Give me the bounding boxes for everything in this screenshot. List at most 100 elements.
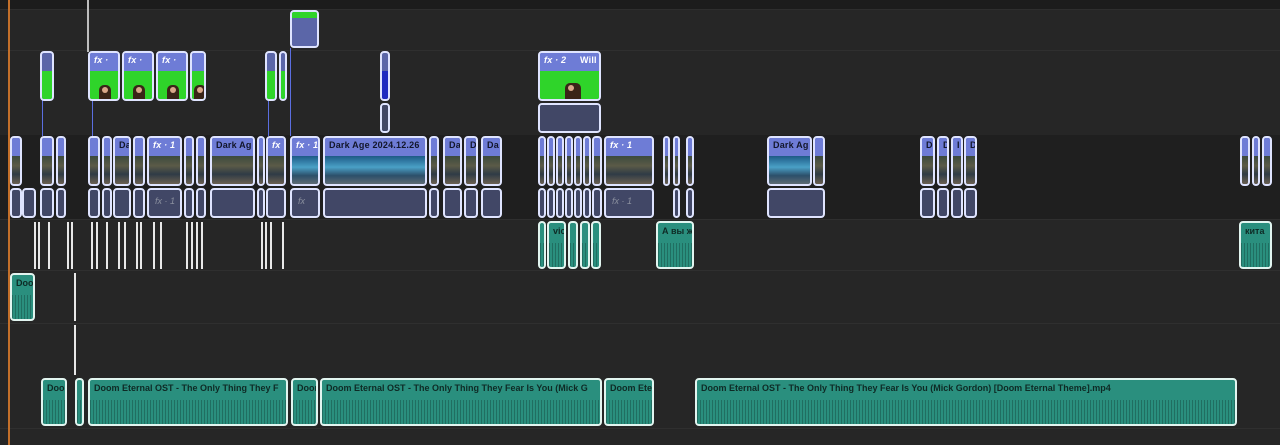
music-clip[interactable]: Doom Ete [604, 378, 654, 426]
audio-cut-marker[interactable] [74, 325, 76, 375]
clip-lower[interactable] [767, 188, 825, 218]
clip-lower[interactable] [323, 188, 427, 218]
clip-lower[interactable] [56, 188, 66, 218]
video-clip[interactable] [574, 136, 582, 186]
clip-lower-fx[interactable]: fx · 1 [147, 188, 182, 218]
clip-lower[interactable] [88, 188, 100, 218]
audio-cut-marker[interactable] [91, 222, 93, 269]
video-clip[interactable] [663, 136, 670, 186]
clip-lower[interactable] [464, 188, 478, 218]
clip-lower[interactable] [184, 188, 194, 218]
video-clip[interactable] [184, 136, 194, 186]
audio-cut-marker[interactable] [48, 222, 50, 269]
audio-clip[interactable] [580, 221, 590, 269]
green-screen-clip[interactable]: fx · [122, 51, 154, 101]
clip-lower[interactable] [547, 188, 555, 218]
video-clip-lower[interactable] [380, 103, 390, 133]
clip-lower[interactable] [592, 188, 602, 218]
clip-lower[interactable] [920, 188, 935, 218]
clip-lower[interactable] [583, 188, 591, 218]
audio-cut-marker[interactable] [140, 222, 142, 269]
clip-lower[interactable] [937, 188, 949, 218]
audio-cut-marker[interactable] [261, 222, 263, 269]
video-clip[interactable] [565, 136, 573, 186]
audio-clip[interactable] [538, 221, 546, 269]
video-clip[interactable] [257, 136, 265, 186]
audio-cut-marker[interactable] [38, 222, 40, 269]
audio-clip[interactable]: vic [547, 221, 566, 269]
video-clip[interactable] [290, 10, 319, 48]
music-clip[interactable]: Doom Eternal OST - The Only Thing They F [88, 378, 288, 426]
music-clip[interactable]: Doom Eternal OST - The Only Thing They F… [695, 378, 1237, 426]
video-clip[interactable]: Da [113, 136, 131, 186]
clip-lower[interactable] [257, 188, 265, 218]
clip-lower[interactable] [133, 188, 145, 218]
video-clip[interactable] [1252, 136, 1260, 186]
audio-cut-marker[interactable] [118, 222, 120, 269]
audio-cut-marker[interactable] [160, 222, 162, 269]
clip-lower[interactable] [429, 188, 439, 218]
audio-cut-marker[interactable] [136, 222, 138, 269]
audio-cut-marker[interactable] [191, 222, 193, 269]
playhead[interactable] [87, 0, 89, 52]
clip-lower[interactable] [686, 188, 694, 218]
video-clip[interactable] [40, 51, 54, 101]
video-clip[interactable] [547, 136, 555, 186]
audio-cut-marker[interactable] [34, 222, 36, 269]
clip-lower[interactable] [538, 188, 546, 218]
video-clip[interactable] [56, 136, 66, 186]
video-clip[interactable] [10, 136, 22, 186]
video-clip[interactable]: D [937, 136, 949, 186]
audio-clip[interactable]: Doo [10, 273, 35, 321]
video-clip[interactable] [1240, 136, 1250, 186]
video-clip[interactable]: D [464, 136, 478, 186]
clip-lower-fx[interactable]: fx [290, 188, 320, 218]
clip-lower[interactable] [40, 188, 54, 218]
video-clip-lower[interactable] [538, 103, 601, 133]
timeline-ruler[interactable] [0, 0, 1280, 10]
video-clip[interactable]: I [951, 136, 963, 186]
video-clip[interactable] [265, 51, 277, 101]
clip-lower[interactable] [574, 188, 582, 218]
video-clip[interactable] [538, 136, 546, 186]
audio-cut-marker[interactable] [71, 222, 73, 269]
video-clip[interactable] [556, 136, 564, 186]
green-screen-clip[interactable]: fx · [88, 51, 120, 101]
audio-cut-marker[interactable] [67, 222, 69, 269]
audio-cut-marker[interactable] [196, 222, 198, 269]
clip-lower[interactable] [196, 188, 206, 218]
audio-cut-marker[interactable] [74, 273, 76, 321]
clip-lower[interactable] [102, 188, 112, 218]
audio-cut-marker[interactable] [270, 222, 272, 269]
audio-clip[interactable] [568, 221, 578, 269]
video-clip[interactable] [40, 136, 54, 186]
audio-cut-marker[interactable] [96, 222, 98, 269]
video-clip[interactable] [673, 136, 680, 186]
green-screen-clip[interactable] [190, 51, 206, 101]
clip-lower[interactable] [22, 188, 36, 218]
video-clip-fx[interactable]: fx · 1 [290, 136, 320, 186]
music-clip[interactable]: Doom Eternal OST - The Only Thing They F… [320, 378, 602, 426]
video-clip[interactable] [279, 51, 287, 101]
audio-cut-marker[interactable] [124, 222, 126, 269]
video-clip[interactable]: D [920, 136, 935, 186]
audio-clip[interactable] [591, 221, 601, 269]
clip-lower[interactable] [113, 188, 131, 218]
video-clip[interactable] [813, 136, 825, 186]
video-clip[interactable] [1262, 136, 1272, 186]
video-clip[interactable] [380, 51, 390, 101]
video-clip[interactable] [583, 136, 591, 186]
audio-cut-marker[interactable] [106, 222, 108, 269]
audio-clip[interactable]: кита [1239, 221, 1272, 269]
video-clip[interactable]: Dark Ag [210, 136, 255, 186]
clip-lower[interactable] [266, 188, 286, 218]
video-clip[interactable] [88, 136, 100, 186]
timeline-panel[interactable]: fx · fx · fx · fx · 2 Will Da fx · 1 Dar… [0, 0, 1280, 445]
video-clip-fx[interactable]: fx · 1 [147, 136, 182, 186]
video-clip[interactable]: D [964, 136, 977, 186]
audio-cut-marker[interactable] [186, 222, 188, 269]
music-clip[interactable] [75, 378, 84, 426]
video-clip[interactable] [196, 136, 206, 186]
clip-lower[interactable] [565, 188, 573, 218]
video-clip-fx[interactable]: fx · 1 [604, 136, 654, 186]
